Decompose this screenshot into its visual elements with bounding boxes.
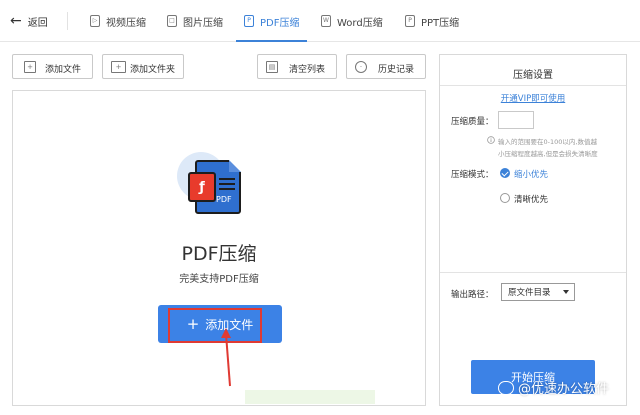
radio-size-priority-label: 缩小优先 [514, 170, 549, 180]
add-file-label: 添加文件 [45, 65, 82, 75]
tab-label: 图片压缩 [183, 17, 223, 29]
vip-link[interactable]: 开通VIP即可使用 [439, 92, 627, 104]
info-icon [487, 136, 495, 144]
settings-divider [440, 85, 626, 86]
output-path-label: 输出路径： [451, 290, 494, 300]
top-nav: ← 返回 ▷ 视频压缩 □ 图片压缩 P PDF压缩 W Word压缩 P PP… [0, 0, 640, 42]
active-tab-indicator [236, 40, 308, 42]
settings-panel [439, 54, 627, 406]
output-path-select[interactable]: 原文件目录 [501, 283, 575, 301]
doc-line [219, 183, 235, 185]
settings-title: 压缩设置 [513, 70, 553, 81]
word-icon: W [321, 15, 331, 27]
add-folder-button[interactable]: + 添加文件夹 [102, 54, 184, 79]
video-icon: ▷ [90, 15, 100, 27]
acrobat-icon: ƒ [188, 172, 216, 202]
add-file-button[interactable]: + 添加文件 [12, 54, 93, 79]
annotation-arrow-icon [221, 328, 231, 387]
main-subtitle: 完美支持PDF压缩 [179, 274, 259, 285]
back-arrow-icon: ← [10, 13, 22, 29]
doc-line [219, 188, 235, 190]
quality-label: 压缩质量： [451, 117, 494, 127]
main-title: PDF压缩 [181, 243, 257, 265]
ppt-icon: P [405, 15, 415, 27]
tab-label: Word压缩 [337, 17, 383, 29]
history-button[interactable]: · 历史记录 [346, 54, 426, 79]
clock-icon: · [355, 61, 367, 73]
quality-hint-line2: 小压缩程度越高,但是会损失清晰度 [498, 150, 598, 158]
doc-pdf-text: PDF [216, 195, 232, 204]
add-folder-icon: + [111, 61, 126, 73]
faint-overlay [245, 390, 375, 404]
back-button[interactable]: ← 返回 [10, 12, 48, 30]
clear-list-label: 清空列表 [289, 65, 326, 75]
settings-divider [440, 272, 626, 273]
clear-list-button[interactable]: ▤ 清空列表 [257, 54, 337, 79]
radio-clarity-priority-label: 清晰优先 [514, 195, 549, 205]
quality-hint-line1: 输入的范围要在0-100以内,数值越 [498, 138, 597, 146]
add-folder-label: 添加文件夹 [130, 65, 176, 75]
tab-word-compress[interactable]: W Word压缩 [321, 0, 383, 42]
chevron-down-icon [563, 290, 569, 294]
back-label: 返回 [27, 17, 48, 29]
tab-label: PPT压缩 [421, 17, 460, 29]
watermark-text: @优速办公软件 [518, 382, 610, 397]
trash-icon: ▤ [266, 61, 278, 73]
tab-pdf-compress[interactable]: P PDF压缩 [236, 0, 308, 42]
image-icon: □ [167, 15, 177, 27]
radio-size-priority[interactable] [500, 168, 510, 178]
watermark: @优速办公软件 [498, 378, 609, 397]
tab-label: 视频压缩 [106, 17, 146, 29]
add-file-icon: + [24, 61, 36, 73]
doc-line [219, 178, 235, 180]
tab-label: PDF压缩 [260, 17, 300, 29]
mode-label: 压缩模式： [451, 170, 494, 180]
radio-clarity-priority[interactable] [500, 193, 510, 203]
history-label: 历史记录 [378, 65, 415, 75]
output-path-value: 原文件目录 [508, 288, 551, 298]
watermark-logo-icon [498, 380, 514, 395]
tab-ppt-compress[interactable]: P PPT压缩 [405, 0, 459, 42]
tab-video-compress[interactable]: ▷ 视频压缩 [90, 0, 146, 42]
quality-input[interactable] [498, 111, 534, 129]
nav-divider [67, 12, 68, 30]
page-fold [229, 160, 241, 172]
tab-image-compress[interactable]: □ 图片压缩 [167, 0, 223, 42]
pdf-icon: P [244, 15, 254, 27]
